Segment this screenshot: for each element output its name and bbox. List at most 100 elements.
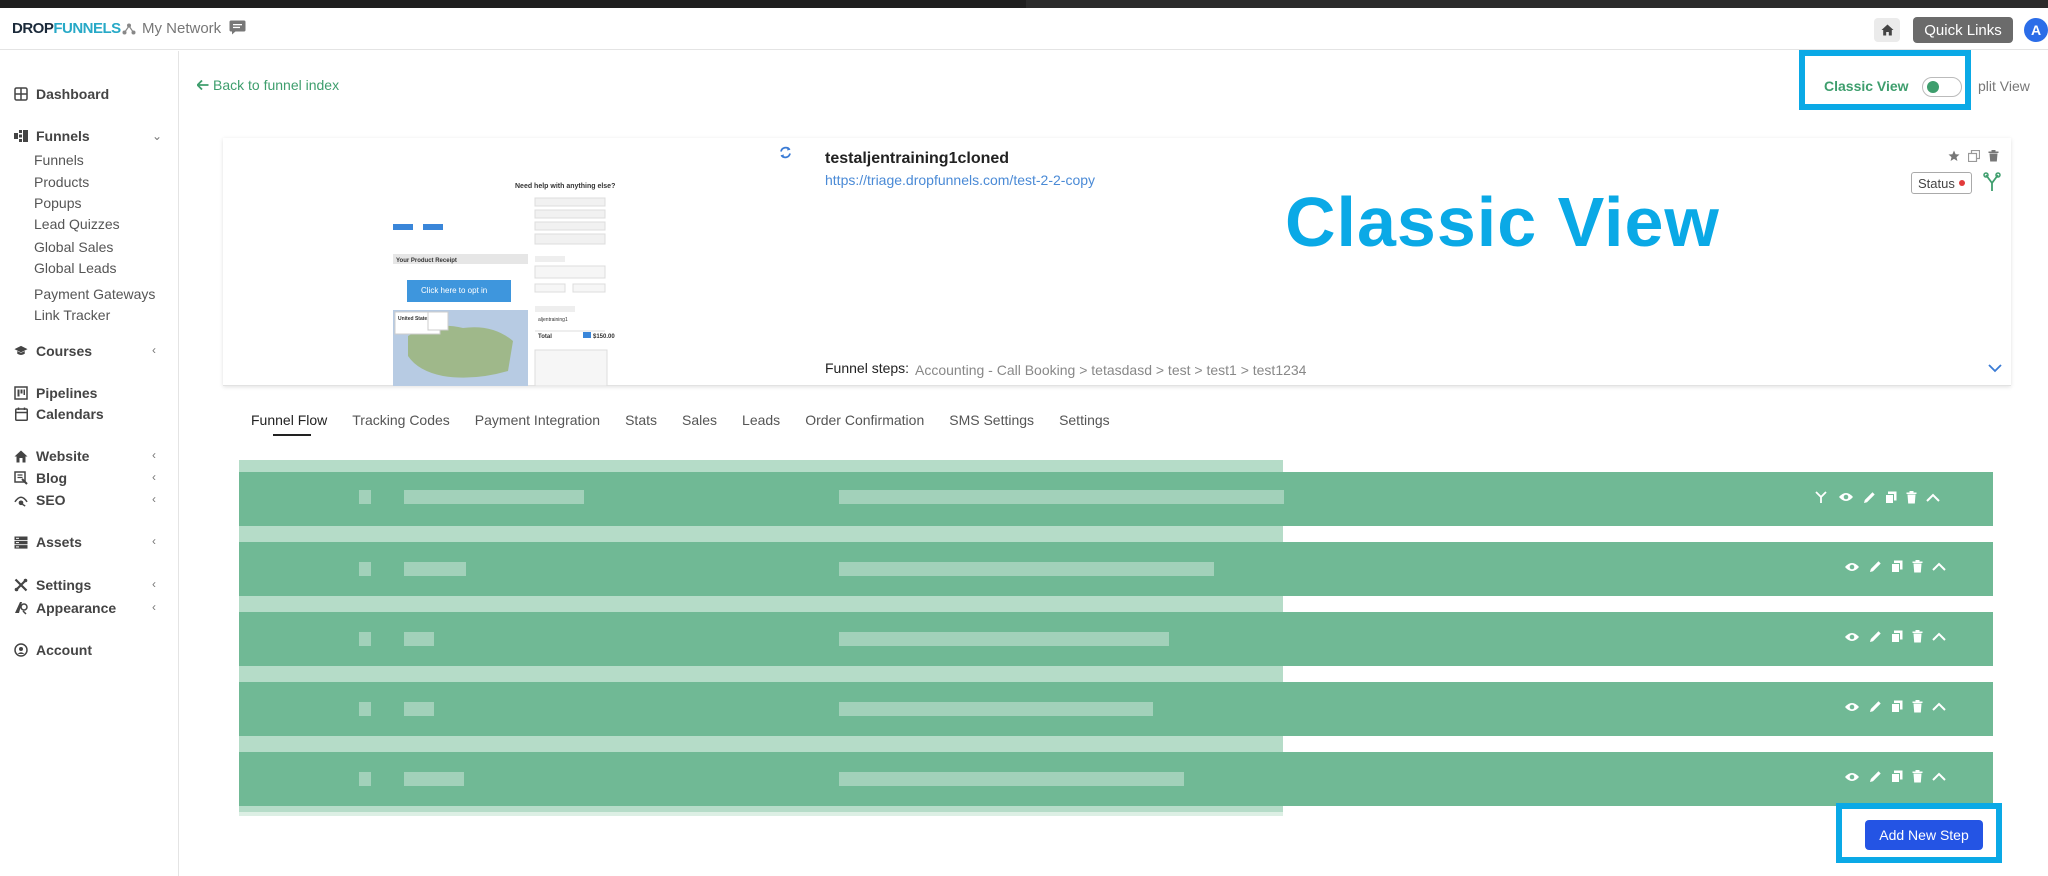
thumb-receipt: Your Product Receipt [396, 258, 457, 264]
edit-icon[interactable] [1869, 560, 1882, 573]
sidebar-sub-products[interactable]: Products [34, 174, 89, 190]
tab-stats[interactable]: Stats [625, 412, 657, 436]
copy-icon[interactable] [1891, 700, 1903, 713]
chevron-left-icon[interactable]: ‹ [152, 534, 156, 548]
chevron-up-icon[interactable] [1926, 493, 1940, 502]
tab-sms-settings[interactable]: SMS Settings [949, 412, 1034, 436]
sidebar-sub-payment-gateways[interactable]: Payment Gateways [34, 286, 155, 302]
sidebar-item-dashboard[interactable]: Dashboard [14, 86, 109, 102]
eye-icon[interactable] [1838, 491, 1854, 503]
sidebar-item-courses[interactable]: Courses [14, 343, 92, 359]
funnel-url-link[interactable]: https://triage.dropfunnels.com/test-2-2-… [825, 172, 1095, 188]
split-view-label[interactable]: plit View [1978, 78, 2030, 94]
my-network-link[interactable]: My Network [122, 20, 221, 37]
sidebar-sub-funnels[interactable]: Funnels [34, 152, 84, 168]
trash-icon[interactable] [1912, 560, 1923, 573]
sidebar-item-blog[interactable]: Blog [14, 470, 67, 486]
sidebar-sub-link-tracker[interactable]: Link Tracker [34, 307, 110, 323]
funnel-step-row[interactable] [239, 542, 1993, 596]
dropfunnels-logo[interactable]: DROPFUNNELS [12, 20, 121, 37]
chevron-left-icon[interactable]: ‹ [152, 600, 156, 614]
tab-settings[interactable]: Settings [1059, 412, 1110, 436]
edit-icon[interactable] [1863, 491, 1876, 504]
tab-tracking-codes[interactable]: Tracking Codes [352, 412, 450, 436]
copy-icon[interactable] [1891, 630, 1903, 643]
edit-icon[interactable] [1869, 630, 1882, 643]
copy-icon[interactable] [1885, 491, 1897, 504]
chevron-up-icon[interactable] [1932, 772, 1946, 781]
user-avatar[interactable]: A [2024, 18, 2048, 42]
sidebar-item-pipelines[interactable]: Pipelines [14, 385, 97, 401]
chevron-up-icon[interactable] [1932, 632, 1946, 641]
blog-icon [14, 471, 28, 485]
dashboard-icon [14, 87, 28, 101]
sidebar-item-account[interactable]: Account [14, 642, 92, 658]
trash-icon[interactable] [1912, 770, 1923, 783]
trash-icon[interactable] [1912, 700, 1923, 713]
add-new-step-button[interactable]: Add New Step [1865, 820, 1983, 850]
tab-payment-integration[interactable]: Payment Integration [475, 412, 600, 436]
copy-icon[interactable] [1891, 770, 1903, 783]
back-to-funnel-index-link[interactable]: Back to funnel index [197, 77, 339, 93]
tab-sales[interactable]: Sales [682, 412, 717, 436]
eye-icon[interactable] [1844, 631, 1860, 643]
funnel-preview-thumbnail[interactable]: Need help with anything else? aljentrain… [363, 156, 873, 386]
sidebar-sub-global-sales[interactable]: Global Sales [34, 239, 113, 255]
step-row-actions [1844, 770, 1946, 783]
sidebar-item-calendars[interactable]: Calendars [14, 406, 104, 422]
split-icon[interactable] [1813, 490, 1829, 504]
trash-icon[interactable] [1906, 490, 1917, 504]
tab-leads[interactable]: Leads [742, 412, 780, 436]
star-icon[interactable] [1948, 150, 1960, 162]
quick-links-button[interactable]: Quick Links [1913, 17, 2013, 43]
refresh-icon[interactable] [779, 146, 792, 159]
eye-icon[interactable] [1844, 771, 1860, 783]
branch-icon[interactable] [1983, 172, 2001, 192]
edit-icon[interactable] [1869, 770, 1882, 783]
eye-icon[interactable] [1844, 701, 1860, 713]
home-icon [1881, 24, 1893, 36]
sidebar-sub-popups[interactable]: Popups [34, 195, 81, 211]
sidebar-item-assets[interactable]: Assets [14, 534, 82, 550]
funnel-steps-label: Funnel steps: [825, 360, 910, 376]
chevron-up-icon[interactable] [1932, 702, 1946, 711]
funnel-step-row[interactable] [239, 472, 1993, 526]
sidebar-item-settings[interactable]: Settings [14, 577, 91, 593]
eye-icon[interactable] [1844, 561, 1860, 573]
sidebar-item-appearance[interactable]: Appearance [14, 600, 116, 616]
funnel-step-row[interactable] [239, 752, 1993, 806]
chevron-up-icon[interactable] [1932, 562, 1946, 571]
appearance-icon [14, 601, 28, 615]
chevron-left-icon[interactable]: ‹ [152, 448, 156, 462]
chevron-left-icon[interactable]: ‹ [152, 492, 156, 506]
chevron-left-icon[interactable]: ‹ [152, 470, 156, 484]
classic-view-overlay-title: Classic View [1285, 183, 1720, 261]
chevron-left-icon[interactable]: ‹ [152, 577, 156, 591]
chat-icon[interactable] [229, 20, 246, 35]
funnel-step-row[interactable] [239, 612, 1993, 666]
sidebar-item-seo[interactable]: SEO [14, 492, 66, 508]
copy-icon[interactable] [1968, 150, 1980, 162]
copy-icon[interactable] [1891, 560, 1903, 573]
sidebar-sub-lead-quizzes[interactable]: Lead Quizzes [34, 216, 120, 232]
funnel-step-row[interactable] [239, 682, 1993, 736]
tab-order-confirmation[interactable]: Order Confirmation [805, 412, 924, 436]
tab-funnel-flow[interactable]: Funnel Flow [251, 412, 327, 436]
classic-view-label[interactable]: Classic View [1824, 78, 1909, 94]
view-toggle[interactable] [1922, 77, 1962, 97]
edit-icon[interactable] [1869, 700, 1882, 713]
sidebar-item-funnels[interactable]: Funnels [14, 128, 90, 144]
thumb-help-text: Need help with anything else? [515, 183, 615, 190]
chevron-down-icon[interactable] [1988, 364, 2002, 373]
trash-icon[interactable] [1912, 630, 1923, 643]
trash-icon[interactable] [1988, 150, 1999, 162]
my-network-label: My Network [142, 20, 222, 37]
sidebar-sub-global-leads[interactable]: Global Leads [34, 260, 117, 276]
toggle-knob [1927, 81, 1939, 93]
status-badge[interactable]: Status [1911, 172, 1972, 194]
chevron-down-icon[interactable]: ⌄ [152, 129, 162, 143]
sidebar-item-website[interactable]: Website [14, 448, 89, 464]
home-button[interactable] [1874, 18, 1900, 42]
step-row-actions [1844, 560, 1946, 573]
chevron-left-icon[interactable]: ‹ [152, 343, 156, 357]
